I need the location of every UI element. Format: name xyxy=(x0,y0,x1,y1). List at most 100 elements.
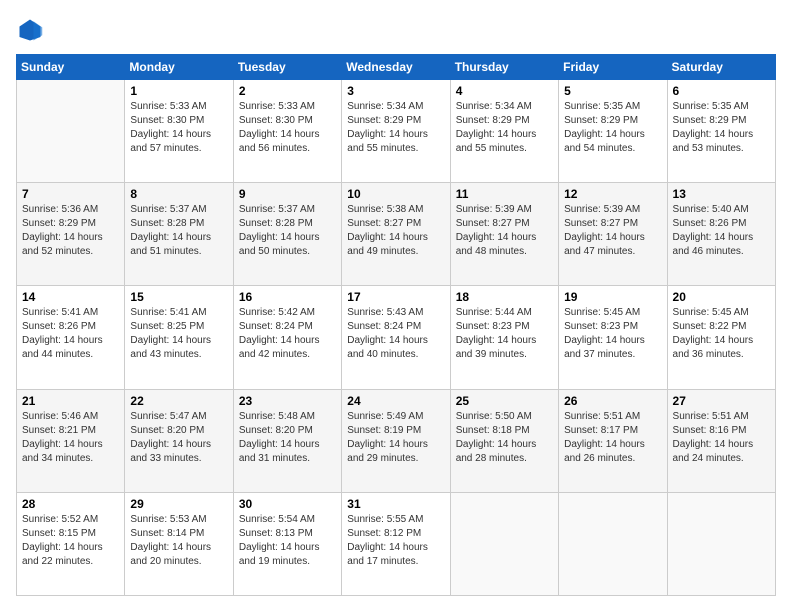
calendar-cell: 11Sunrise: 5:39 AMSunset: 8:27 PMDayligh… xyxy=(450,183,558,286)
day-number: 8 xyxy=(130,187,227,201)
calendar-cell: 12Sunrise: 5:39 AMSunset: 8:27 PMDayligh… xyxy=(559,183,667,286)
calendar-cell: 2 Sunrise: 5:33 AMSunset: 8:30 PMDaylight… xyxy=(233,80,341,183)
calendar-cell: 17 Sunrise: 5:43 AMSunset: 8:24 PMDayligh… xyxy=(342,286,450,389)
calendar-header-row: SundayMondayTuesdayWednesdayThursdayFrid… xyxy=(17,55,776,80)
day-info: Sunrise: 5:46 AMSunset: 8:21 PMDaylight:… xyxy=(22,410,119,466)
day-number: 21 xyxy=(22,394,119,408)
day-info: Sunrise: 5:40 AMSunset: 8:26 PMDaylight:… xyxy=(673,203,770,259)
day-number: 13 xyxy=(673,187,770,201)
day-info: Sunrise: 5:45 AMSunset: 8:22 PMDaylight:… xyxy=(673,306,770,362)
weekday-header: Friday xyxy=(559,55,667,80)
calendar-week-row: 21 Sunrise: 5:46 AMSunset: 8:21 PMDayligh… xyxy=(17,389,776,492)
day-info: Sunrise: 5:42 AMSunset: 8:24 PMDaylight:… xyxy=(239,306,336,362)
day-info: Sunrise: 5:41 AMSunset: 8:25 PMDaylight:… xyxy=(130,306,227,362)
day-info: Sunrise: 5:45 AMSunset: 8:23 PMDaylight:… xyxy=(564,306,661,362)
weekday-header: Thursday xyxy=(450,55,558,80)
calendar-cell: 4 Sunrise: 5:34 AMSunset: 8:29 PMDaylight… xyxy=(450,80,558,183)
calendar-cell: 28 Sunrise: 5:52 AMSunset: 8:15 PMDayligh… xyxy=(17,492,125,595)
day-number: 2 xyxy=(239,84,336,98)
day-info: Sunrise: 5:34 AMSunset: 8:29 PMDaylight:… xyxy=(347,100,444,156)
day-number: 31 xyxy=(347,497,444,511)
day-number: 9 xyxy=(239,187,336,201)
day-number: 17 xyxy=(347,290,444,304)
weekday-header: Tuesday xyxy=(233,55,341,80)
calendar-cell: 5Sunrise: 5:35 AMSunset: 8:29 PMDaylight… xyxy=(559,80,667,183)
day-number: 26 xyxy=(564,394,661,408)
day-info: Sunrise: 5:34 AMSunset: 8:29 PMDaylight:… xyxy=(456,100,553,156)
day-number: 23 xyxy=(239,394,336,408)
calendar-cell xyxy=(667,492,775,595)
day-info: Sunrise: 5:48 AMSunset: 8:20 PMDaylight:… xyxy=(239,410,336,466)
day-number: 4 xyxy=(456,84,553,98)
day-number: 10 xyxy=(347,187,444,201)
day-number: 27 xyxy=(673,394,770,408)
calendar-table: SundayMondayTuesdayWednesdayThursdayFrid… xyxy=(16,54,776,596)
day-info: Sunrise: 5:51 AMSunset: 8:17 PMDaylight:… xyxy=(564,410,661,466)
day-number: 12 xyxy=(564,187,661,201)
day-number: 22 xyxy=(130,394,227,408)
calendar-cell: 13 Sunrise: 5:40 AMSunset: 8:26 PMDayligh… xyxy=(667,183,775,286)
day-info: Sunrise: 5:35 AMSunset: 8:29 PMDaylight:… xyxy=(673,100,770,156)
weekday-header: Monday xyxy=(125,55,233,80)
day-number: 25 xyxy=(456,394,553,408)
day-number: 6 xyxy=(673,84,770,98)
day-info: Sunrise: 5:37 AMSunset: 8:28 PMDaylight:… xyxy=(130,203,227,259)
calendar-cell: 1 Sunrise: 5:33 AMSunset: 8:30 PMDaylight… xyxy=(125,80,233,183)
day-info: Sunrise: 5:54 AMSunset: 8:13 PMDaylight:… xyxy=(239,513,336,569)
calendar-cell: 3 Sunrise: 5:34 AMSunset: 8:29 PMDaylight… xyxy=(342,80,450,183)
day-number: 19 xyxy=(564,290,661,304)
calendar-cell: 27 Sunrise: 5:51 AMSunset: 8:16 PMDayligh… xyxy=(667,389,775,492)
day-number: 20 xyxy=(673,290,770,304)
calendar-cell: 31 Sunrise: 5:55 AMSunset: 8:12 PMDayligh… xyxy=(342,492,450,595)
calendar-week-row: 7Sunrise: 5:36 AMSunset: 8:29 PMDaylight… xyxy=(17,183,776,286)
day-info: Sunrise: 5:33 AMSunset: 8:30 PMDaylight:… xyxy=(239,100,336,156)
day-number: 15 xyxy=(130,290,227,304)
calendar-cell xyxy=(559,492,667,595)
calendar-cell: 16 Sunrise: 5:42 AMSunset: 8:24 PMDayligh… xyxy=(233,286,341,389)
weekday-header: Sunday xyxy=(17,55,125,80)
calendar-cell: 22 Sunrise: 5:47 AMSunset: 8:20 PMDayligh… xyxy=(125,389,233,492)
logo-icon xyxy=(16,16,44,44)
day-info: Sunrise: 5:55 AMSunset: 8:12 PMDaylight:… xyxy=(347,513,444,569)
day-info: Sunrise: 5:50 AMSunset: 8:18 PMDaylight:… xyxy=(456,410,553,466)
calendar-cell: 9Sunrise: 5:37 AMSunset: 8:28 PMDaylight… xyxy=(233,183,341,286)
calendar-cell: 7Sunrise: 5:36 AMSunset: 8:29 PMDaylight… xyxy=(17,183,125,286)
day-number: 11 xyxy=(456,187,553,201)
calendar-week-row: 14 Sunrise: 5:41 AMSunset: 8:26 PMDayligh… xyxy=(17,286,776,389)
calendar-cell: 26 Sunrise: 5:51 AMSunset: 8:17 PMDayligh… xyxy=(559,389,667,492)
day-info: Sunrise: 5:52 AMSunset: 8:15 PMDaylight:… xyxy=(22,513,119,569)
calendar-cell: 18 Sunrise: 5:44 AMSunset: 8:23 PMDayligh… xyxy=(450,286,558,389)
day-number: 3 xyxy=(347,84,444,98)
day-number: 29 xyxy=(130,497,227,511)
calendar-cell xyxy=(450,492,558,595)
day-info: Sunrise: 5:49 AMSunset: 8:19 PMDaylight:… xyxy=(347,410,444,466)
day-info: Sunrise: 5:47 AMSunset: 8:20 PMDaylight:… xyxy=(130,410,227,466)
calendar-week-row: 28 Sunrise: 5:52 AMSunset: 8:15 PMDayligh… xyxy=(17,492,776,595)
calendar-cell: 24Sunrise: 5:49 AMSunset: 8:19 PMDayligh… xyxy=(342,389,450,492)
calendar-cell: 30 Sunrise: 5:54 AMSunset: 8:13 PMDayligh… xyxy=(233,492,341,595)
calendar-cell: 25 Sunrise: 5:50 AMSunset: 8:18 PMDayligh… xyxy=(450,389,558,492)
day-info: Sunrise: 5:41 AMSunset: 8:26 PMDaylight:… xyxy=(22,306,119,362)
day-number: 30 xyxy=(239,497,336,511)
calendar-cell: 14 Sunrise: 5:41 AMSunset: 8:26 PMDayligh… xyxy=(17,286,125,389)
day-info: Sunrise: 5:44 AMSunset: 8:23 PMDaylight:… xyxy=(456,306,553,362)
calendar-cell xyxy=(17,80,125,183)
page-header xyxy=(16,16,776,44)
calendar-cell: 6 Sunrise: 5:35 AMSunset: 8:29 PMDaylight… xyxy=(667,80,775,183)
day-info: Sunrise: 5:43 AMSunset: 8:24 PMDaylight:… xyxy=(347,306,444,362)
calendar-cell: 8 Sunrise: 5:37 AMSunset: 8:28 PMDaylight… xyxy=(125,183,233,286)
day-info: Sunrise: 5:51 AMSunset: 8:16 PMDaylight:… xyxy=(673,410,770,466)
day-number: 18 xyxy=(456,290,553,304)
day-info: Sunrise: 5:33 AMSunset: 8:30 PMDaylight:… xyxy=(130,100,227,156)
weekday-header: Wednesday xyxy=(342,55,450,80)
day-number: 16 xyxy=(239,290,336,304)
calendar-cell: 23 Sunrise: 5:48 AMSunset: 8:20 PMDayligh… xyxy=(233,389,341,492)
day-number: 28 xyxy=(22,497,119,511)
weekday-header: Saturday xyxy=(667,55,775,80)
calendar-cell: 20 Sunrise: 5:45 AMSunset: 8:22 PMDayligh… xyxy=(667,286,775,389)
day-number: 14 xyxy=(22,290,119,304)
day-number: 1 xyxy=(130,84,227,98)
calendar-cell: 19 Sunrise: 5:45 AMSunset: 8:23 PMDayligh… xyxy=(559,286,667,389)
day-number: 5 xyxy=(564,84,661,98)
day-info: Sunrise: 5:38 AMSunset: 8:27 PMDaylight:… xyxy=(347,203,444,259)
